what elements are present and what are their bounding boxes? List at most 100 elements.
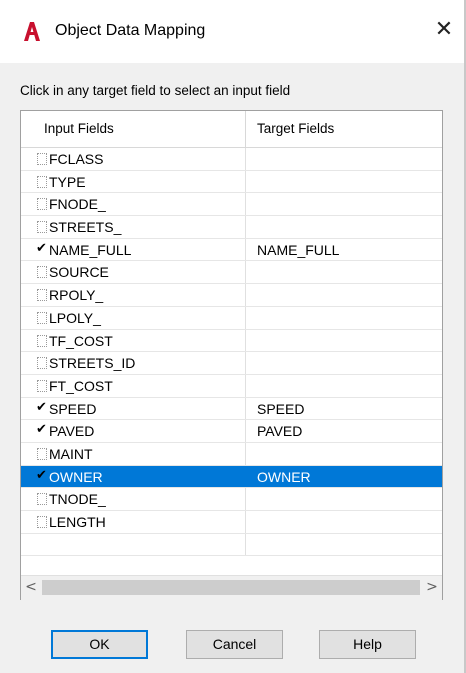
- target-field-cell[interactable]: [247, 375, 442, 397]
- checkbox-icon[interactable]: [37, 516, 47, 528]
- grid-body: Input Fields Target Fields FCLASS TYPE FNO…: [21, 111, 442, 575]
- table-row[interactable]: FCLASS: [21, 148, 442, 171]
- input-field-cell[interactable]: OWNER: [21, 465, 246, 488]
- object-data-mapping-dialog: Object Data Mapping ✕ Click in any targe…: [0, 0, 466, 673]
- target-field-cell[interactable]: [247, 216, 442, 238]
- checkbox-icon[interactable]: [37, 447, 47, 460]
- input-field-cell[interactable]: MAINT: [21, 442, 246, 465]
- table-row[interactable]: FT_COST: [21, 374, 442, 398]
- close-icon[interactable]: ✕: [432, 16, 456, 44]
- target-field-cell[interactable]: [247, 352, 442, 374]
- table-row[interactable]: OWNER OWNER: [21, 465, 442, 489]
- input-field-name: NAME_FULL: [49, 241, 132, 258]
- input-field-cell[interactable]: LENGTH: [21, 511, 246, 533]
- checked-checkbox-icon[interactable]: [36, 422, 47, 437]
- title-bar: Object Data Mapping ✕: [0, 0, 464, 63]
- target-field-cell[interactable]: [247, 261, 442, 283]
- input-field-name: LPOLY_: [49, 309, 101, 326]
- window-title: Object Data Mapping: [55, 22, 206, 39]
- checked-checkbox-icon[interactable]: [36, 400, 47, 415]
- table-row[interactable]: PAVED PAVED: [21, 420, 442, 443]
- instruction-text: Click in any target field to select an i…: [20, 83, 291, 98]
- checked-checkbox-icon[interactable]: [36, 468, 47, 483]
- target-field-cell[interactable]: [247, 330, 442, 352]
- checkbox-icon[interactable]: [37, 334, 47, 347]
- scroll-right-arrow-icon[interactable]: >: [422, 576, 442, 600]
- input-field-cell[interactable]: TYPE: [21, 170, 246, 193]
- input-field-cell[interactable]: NAME_FULL: [21, 238, 246, 261]
- checkbox-icon[interactable]: [37, 311, 47, 324]
- checkbox-icon[interactable]: [37, 198, 47, 211]
- table-row[interactable]: RPOLY_: [21, 284, 442, 307]
- grid-rows: FCLASSTYPEFNODE_STREETS_NAME_FULLNAME_FU…: [21, 148, 442, 557]
- input-field-name: TF_COST: [49, 332, 113, 349]
- input-field-name: PAVED: [49, 423, 95, 440]
- table-row[interactable]: LPOLY_: [21, 306, 442, 330]
- input-field-cell[interactable]: PAVED: [21, 420, 246, 442]
- input-field-name: RPOLY_: [49, 287, 104, 304]
- checkbox-icon[interactable]: [37, 221, 47, 234]
- checkbox-icon[interactable]: [37, 379, 47, 392]
- checkbox-icon[interactable]: [37, 175, 47, 188]
- input-field-name: MAINT: [49, 445, 93, 462]
- empty-row: [21, 533, 442, 557]
- help-button[interactable]: Help: [319, 630, 416, 659]
- target-field-cell[interactable]: [247, 193, 442, 215]
- input-field-cell[interactable]: FNODE_: [21, 193, 246, 216]
- target-field-cell[interactable]: NAME_FULL: [247, 239, 442, 261]
- table-row[interactable]: TNODE_: [21, 488, 442, 511]
- input-field-cell[interactable]: TNODE_: [21, 488, 246, 510]
- input-field-cell[interactable]: TF_COST: [21, 329, 246, 352]
- input-field-name: TYPE: [49, 173, 86, 190]
- input-field-name: FT_COST: [49, 377, 113, 394]
- input-field-cell[interactable]: STREETS_ID: [21, 352, 246, 374]
- input-field-cell: [21, 533, 246, 556]
- checked-checkbox-icon[interactable]: [36, 241, 47, 256]
- ok-button[interactable]: OK: [51, 630, 148, 659]
- table-row[interactable]: FNODE_: [21, 193, 442, 217]
- table-row[interactable]: STREETS_: [21, 216, 442, 239]
- table-row[interactable]: SOURCE: [21, 261, 442, 285]
- input-field-cell[interactable]: SPEED: [21, 397, 246, 420]
- target-field-cell[interactable]: PAVED: [247, 420, 442, 442]
- field-mapping-grid[interactable]: Input Fields Target Fields FCLASS TYPE FNO…: [20, 110, 443, 600]
- input-field-name: STREETS_ID: [49, 355, 136, 372]
- target-field-cell[interactable]: [247, 511, 442, 533]
- input-field-cell[interactable]: LPOLY_: [21, 306, 246, 329]
- table-row[interactable]: LENGTH: [21, 511, 442, 534]
- input-field-name: SOURCE: [49, 264, 109, 281]
- cancel-button[interactable]: Cancel: [186, 630, 283, 659]
- column-header-target-fields[interactable]: Target Fields: [247, 111, 442, 147]
- target-field-cell[interactable]: [247, 488, 442, 510]
- target-field-cell[interactable]: OWNER: [247, 466, 442, 488]
- checkbox-icon[interactable]: [37, 493, 47, 506]
- horizontal-scrollbar[interactable]: < >: [21, 575, 442, 600]
- autocad-a-icon: [24, 22, 40, 41]
- input-field-name: STREETS_: [49, 219, 122, 236]
- table-row[interactable]: STREETS_ID: [21, 352, 442, 375]
- table-row[interactable]: TYPE: [21, 170, 442, 194]
- target-field-cell[interactable]: [247, 284, 442, 306]
- column-header-input-fields[interactable]: Input Fields: [21, 111, 246, 147]
- input-field-cell[interactable]: RPOLY_: [21, 284, 246, 306]
- checkbox-icon[interactable]: [37, 266, 47, 279]
- checkbox-icon[interactable]: [37, 153, 47, 165]
- input-field-cell[interactable]: FT_COST: [21, 374, 246, 397]
- table-row[interactable]: TF_COST: [21, 329, 442, 353]
- target-field-cell[interactable]: [247, 171, 442, 193]
- table-row[interactable]: SPEED SPEED: [21, 397, 442, 421]
- input-field-cell[interactable]: FCLASS: [21, 148, 246, 170]
- input-field-name: LENGTH: [49, 514, 106, 530]
- scrollbar-thumb[interactable]: [42, 580, 420, 595]
- checkbox-icon[interactable]: [37, 289, 47, 302]
- target-field-cell[interactable]: [247, 307, 442, 329]
- input-field-cell[interactable]: SOURCE: [21, 261, 246, 284]
- input-field-cell[interactable]: STREETS_: [21, 216, 246, 238]
- table-row[interactable]: NAME_FULL NAME_FULL: [21, 238, 442, 262]
- target-field-cell[interactable]: [247, 443, 442, 465]
- target-field-cell[interactable]: [247, 148, 442, 170]
- scroll-left-arrow-icon[interactable]: <: [21, 576, 41, 600]
- table-row[interactable]: MAINT: [21, 442, 442, 466]
- target-field-cell[interactable]: SPEED: [247, 398, 442, 420]
- checkbox-icon[interactable]: [37, 357, 47, 370]
